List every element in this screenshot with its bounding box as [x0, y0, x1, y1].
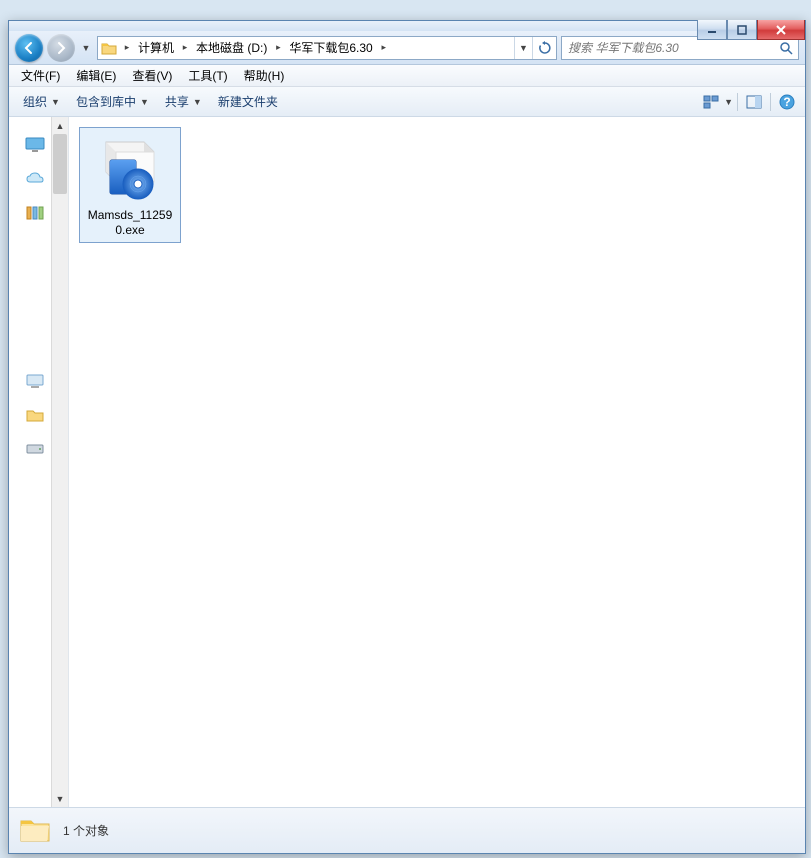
chevron-right-icon: ▸: [183, 42, 188, 53]
separator: [770, 93, 771, 111]
scroll-up-icon[interactable]: ▲: [52, 117, 68, 134]
sidebar-item-libraries[interactable]: [25, 205, 45, 225]
chevron-down-icon: ▼: [519, 43, 528, 53]
chevron-down-icon: ▼: [140, 97, 149, 107]
minimize-button[interactable]: [697, 20, 727, 40]
sidebar-item-drive[interactable]: [25, 441, 45, 461]
status-bar: 1 个对象: [9, 807, 805, 853]
explorer-window: ▼ ▸ 计算机 ▸ 本地磁盘 (D:) ▸ 华军下载包6.30 ▸ ▼: [8, 20, 806, 854]
monitor-icon: [25, 137, 45, 153]
back-button[interactable]: [15, 34, 43, 62]
status-text: 1 个对象: [63, 822, 109, 839]
help-icon: ?: [779, 94, 795, 110]
back-arrow-icon: [22, 41, 36, 55]
body: ▲ ▼: [9, 117, 805, 807]
file-name: Mamsds_112590.exe: [88, 208, 173, 238]
separator: [737, 93, 738, 111]
breadcrumb-sep[interactable]: ▸: [178, 37, 192, 59]
view-options-button[interactable]: [700, 90, 724, 114]
minimize-icon: [707, 25, 717, 35]
preview-pane-icon: [746, 95, 762, 109]
share-button[interactable]: 共享 ▼: [157, 90, 210, 113]
menu-view[interactable]: 查看(V): [124, 65, 180, 86]
window-buttons: [697, 20, 805, 40]
scroll-thumb[interactable]: [53, 134, 67, 194]
newfolder-label: 新建文件夹: [218, 93, 278, 110]
file-item[interactable]: Mamsds_112590.exe: [79, 127, 181, 243]
address-bar[interactable]: ▸ 计算机 ▸ 本地磁盘 (D:) ▸ 华军下载包6.30 ▸ ▼: [97, 36, 557, 60]
crumb-folder[interactable]: 华军下载包6.30: [285, 37, 376, 59]
sidebar: ▲ ▼: [9, 117, 69, 807]
chevron-right-icon: ▸: [381, 42, 386, 53]
folder-icon: [25, 407, 45, 423]
computer-icon: [25, 373, 45, 389]
menu-tools[interactable]: 工具(T): [180, 65, 235, 86]
preview-pane-button[interactable]: [742, 90, 766, 114]
include-label: 包含到库中: [76, 93, 136, 110]
organize-label: 组织: [23, 93, 47, 110]
library-icon: [25, 205, 45, 221]
installer-icon: [94, 132, 166, 204]
crumb-computer[interactable]: 计算机: [134, 37, 178, 59]
cloud-icon: [25, 171, 45, 185]
refresh-button[interactable]: [532, 37, 556, 59]
nav-history-dropdown[interactable]: ▼: [79, 38, 93, 58]
help-button[interactable]: ?: [775, 90, 799, 114]
search-input[interactable]: [562, 41, 774, 55]
breadcrumb-sep[interactable]: ▸: [120, 37, 134, 59]
forward-button[interactable]: [47, 34, 75, 62]
chevron-right-icon: ▸: [276, 42, 281, 53]
sidebar-scrollbar[interactable]: ▲ ▼: [51, 117, 68, 807]
chevron-down-icon: ▼: [51, 97, 60, 107]
chevron-down-icon: ▼: [193, 97, 202, 107]
maximize-button[interactable]: [727, 20, 757, 40]
address-dropdown[interactable]: ▼: [514, 37, 532, 59]
share-label: 共享: [165, 93, 189, 110]
toolbar: 组织 ▼ 包含到库中 ▼ 共享 ▼ 新建文件夹 ▼ ?: [9, 87, 805, 117]
breadcrumbs: 计算机 ▸ 本地磁盘 (D:) ▸ 华军下载包6.30 ▸: [134, 37, 514, 59]
menu-bar: 文件(F) 编辑(E) 查看(V) 工具(T) 帮助(H): [9, 65, 805, 87]
nav-bar: ▼ ▸ 计算机 ▸ 本地磁盘 (D:) ▸ 华军下载包6.30 ▸ ▼: [9, 31, 805, 65]
menu-file[interactable]: 文件(F): [13, 65, 68, 86]
chevron-down-icon: ▼: [82, 43, 91, 53]
chevron-right-icon: ▸: [125, 42, 130, 53]
newfolder-button[interactable]: 新建文件夹: [210, 90, 286, 113]
chevron-down-icon[interactable]: ▼: [724, 97, 733, 107]
maximize-icon: [737, 25, 747, 35]
sidebar-item-cloud[interactable]: [25, 171, 45, 191]
scroll-down-icon[interactable]: ▼: [52, 790, 68, 807]
titlebar: [9, 21, 805, 31]
menu-help[interactable]: 帮助(H): [236, 65, 293, 86]
refresh-icon: [538, 41, 552, 55]
drive-icon: [25, 441, 45, 455]
organize-button[interactable]: 组织 ▼: [15, 90, 68, 113]
sidebar-item-folder[interactable]: [25, 407, 45, 427]
svg-text:?: ?: [783, 95, 790, 109]
breadcrumb-sep[interactable]: ▸: [271, 37, 285, 59]
file-list[interactable]: Mamsds_112590.exe: [69, 117, 805, 807]
menu-edit[interactable]: 编辑(E): [68, 65, 124, 86]
search-icon: [779, 41, 793, 55]
view-icon: [703, 95, 721, 109]
breadcrumb-sep[interactable]: ▸: [377, 37, 391, 59]
sidebar-item-desktop[interactable]: [25, 137, 45, 157]
close-icon: [775, 25, 787, 35]
close-button[interactable]: [757, 20, 805, 40]
forward-arrow-icon: [54, 41, 68, 55]
folder-large-icon: [19, 815, 51, 847]
crumb-drive[interactable]: 本地磁盘 (D:): [192, 37, 271, 59]
sidebar-item-computer[interactable]: [25, 373, 45, 393]
include-library-button[interactable]: 包含到库中 ▼: [68, 90, 157, 113]
folder-icon: [98, 37, 120, 59]
